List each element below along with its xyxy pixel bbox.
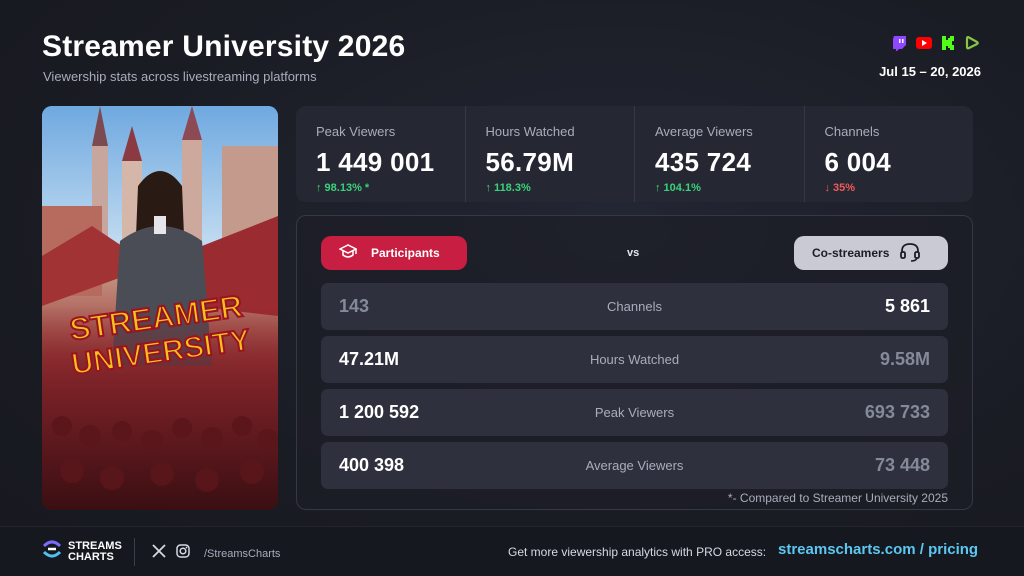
stat-label: Average Viewers	[655, 124, 753, 139]
page-title: Streamer University 2026	[42, 30, 406, 63]
pricing-link[interactable]: streamscharts.com / pricing	[778, 541, 978, 558]
co-streamers-value: 693 733	[864, 402, 930, 422]
stat-channels: Channels 6 004 ↓ 35%	[803, 106, 974, 202]
co-streamers-label: Co-streamers	[812, 246, 890, 260]
stat-value: 6 004	[824, 147, 892, 177]
brand-line2: CHARTS	[68, 550, 114, 563]
headset-icon	[899, 242, 921, 265]
summary-stats: Peak Viewers 1 449 001 ↑ 98.13% * Hours …	[296, 106, 973, 202]
stat-value: 435 724	[655, 147, 752, 177]
graduation-cap-icon	[338, 243, 358, 264]
stat-change: ↑ 118.3%	[485, 182, 531, 194]
footer-divider	[134, 538, 135, 566]
comparison-row-channels: 143 Channels 5 861	[321, 283, 948, 330]
stat-change: ↓ 35%	[824, 182, 856, 194]
stat-change: ↑ 104.1%	[655, 182, 701, 194]
page-subtitle: Viewership stats across livestreaming pl…	[43, 69, 317, 84]
infographic-page: Streamer University 2026 Viewership stat…	[0, 0, 1024, 576]
stat-hours-watched: Hours Watched 56.79M ↑ 118.3%	[464, 106, 635, 202]
brand-name: STREAMS CHARTS	[68, 539, 122, 563]
stat-label: Hours Watched	[485, 124, 575, 139]
co-streamers-value: 73 448	[874, 455, 930, 475]
metric-label: Channels	[607, 299, 662, 314]
stat-value: 1 449 001	[316, 147, 435, 177]
streams-charts-logo-icon	[42, 539, 62, 564]
comparison-row-hours-watched: 47.21M Hours Watched 9.58M	[321, 336, 948, 383]
social-handle[interactable]: /StreamsCharts	[204, 548, 280, 560]
co-streamers-value: 5 861	[884, 296, 930, 316]
brand-line1: STREAMS	[68, 539, 122, 552]
pro-access-text: Get more viewership analytics with PRO a…	[508, 545, 767, 559]
comparison-row-peak-viewers: 1 200 592 Peak Viewers 693 733	[321, 389, 948, 436]
participants-pill: Participants	[321, 236, 467, 270]
instagram-icon[interactable]	[176, 544, 190, 563]
comparison-row-average-viewers: 400 398 Average Viewers 73 448	[321, 442, 948, 489]
participants-label: Participants	[371, 246, 440, 260]
co-streamers-pill: Co-streamers	[794, 236, 948, 270]
stat-label: Peak Viewers	[316, 124, 396, 139]
comparison-panel: Participants vs Co-streamers 143 Channel…	[296, 215, 973, 510]
footer-bar: STREAMS CHARTS /StreamsCharts Get more v…	[0, 526, 1024, 576]
stat-change: ↑ 98.13% *	[316, 182, 370, 194]
stat-label: Channels	[824, 124, 880, 139]
youtube-icon	[916, 35, 932, 51]
stat-average-viewers: Average Viewers 435 724 ↑ 104.1%	[634, 106, 804, 202]
vs-label: vs	[627, 247, 640, 259]
comparison-footnote: *- Compared to Streamer University 2025	[727, 491, 948, 505]
kick-icon	[940, 35, 956, 51]
metric-label: Hours Watched	[589, 352, 680, 367]
rumble-icon	[964, 35, 980, 51]
stat-value: 56.79M	[485, 147, 575, 177]
x-icon[interactable]	[152, 544, 166, 563]
twitch-icon	[892, 35, 908, 51]
streams-charts-logo[interactable]: STREAMS CHARTS	[42, 539, 122, 564]
date-range: Jul 15 – 20, 2026	[879, 64, 981, 79]
stat-peak-viewers: Peak Viewers 1 449 001 ↑ 98.13% *	[296, 106, 465, 202]
co-streamers-value: 9.58M	[879, 349, 930, 369]
metric-label: Average Viewers	[585, 458, 684, 473]
event-poster: STREAMER UNIVERSITY	[42, 106, 278, 510]
platform-icons	[892, 35, 980, 51]
social-links: /StreamsCharts	[152, 544, 280, 563]
metric-label: Peak Viewers	[594, 405, 675, 420]
